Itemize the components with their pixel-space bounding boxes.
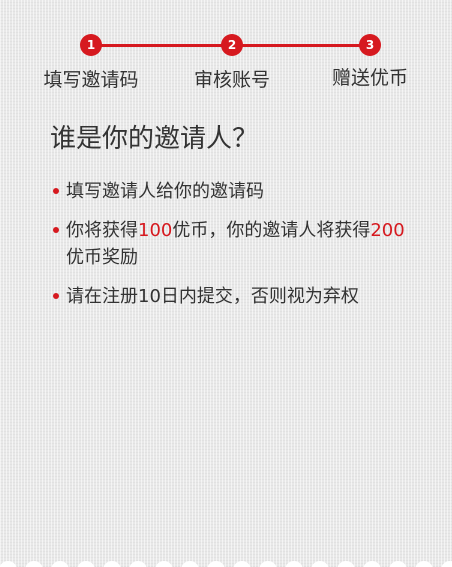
rule-text: 填写邀请人给你的邀请码: [66, 181, 264, 202]
rule-item-invite-code: 填写邀请人给你的邀请码: [50, 178, 410, 205]
scallop-notch: [363, 561, 381, 567]
bullet-dot: [53, 188, 59, 194]
reward-amount-inviter: 200: [370, 220, 405, 241]
step-3-marker: 3: [359, 34, 381, 56]
rule-text: 请在注册10日内提交，否则视为弃权: [66, 286, 359, 307]
progress-steps: 1 填写邀请码 2 审核账号 3 赠送优币: [0, 0, 452, 100]
scallop-notch: [207, 561, 225, 567]
scallop-notch: [155, 561, 173, 567]
scallop-notch: [233, 561, 251, 567]
step-1-label: 填写邀请码: [43, 69, 139, 91]
step-3-label: 赠送优币: [331, 67, 408, 89]
scallop-notch: [441, 561, 452, 567]
scallop-notch: [25, 561, 43, 567]
rule-item-deadline: 请在注册10日内提交，否则视为弃权: [50, 283, 410, 310]
rules-list: 填写邀请人给你的邀请码 你将获得100优币，你的邀请人将获得200 优币奖励 请在…: [50, 178, 410, 322]
rule-text-part: 优币奖励: [66, 247, 138, 268]
scallop-notch: [77, 561, 95, 567]
scalloped-bottom-edge: [0, 561, 452, 567]
scallop-notch: [51, 561, 69, 567]
step-2-label: 审核账号: [193, 69, 270, 91]
reward-amount-you: 100: [138, 220, 173, 241]
step-2-marker: 2: [221, 34, 243, 56]
scallop-notch: [259, 561, 277, 567]
scallop-notch: [415, 561, 433, 567]
step-1-marker: 1: [80, 34, 102, 56]
rule-text-part: 优币，你的邀请人将获得: [172, 220, 371, 241]
bullet-dot: [53, 293, 59, 299]
scallop-notch: [311, 561, 329, 567]
scallop-notch: [0, 561, 17, 567]
scallop-notch: [337, 561, 355, 567]
page-title: 谁是你的邀请人？: [50, 124, 259, 154]
scallop-notch: [389, 561, 407, 567]
scallop-notch: [103, 561, 121, 567]
scallop-notch: [285, 561, 303, 567]
rule-item-reward: 你将获得100优币，你的邀请人将获得200 优币奖励: [50, 217, 410, 271]
scallop-notch: [129, 561, 147, 567]
rule-text-part: 你将获得: [66, 220, 138, 241]
scallop-notch: [181, 561, 199, 567]
bullet-dot: [53, 227, 59, 233]
